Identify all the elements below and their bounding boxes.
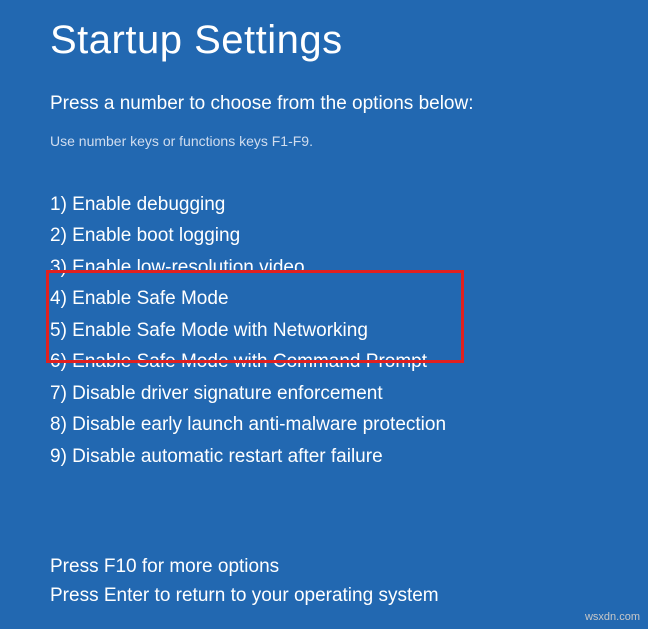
options-list: 1) Enable debugging 2) Enable boot loggi…: [50, 189, 598, 472]
watermark-text: wsxdn.com: [585, 611, 640, 623]
option-7-disable-driver-sig[interactable]: 7) Disable driver signature enforcement: [50, 378, 598, 409]
more-options-hint: Press F10 for more options: [50, 552, 598, 581]
footer-instructions: Press F10 for more options Press Enter t…: [50, 552, 598, 611]
option-8-disable-anti-malware[interactable]: 8) Disable early launch anti-malware pro…: [50, 409, 598, 440]
option-5-safe-mode-networking[interactable]: 5) Enable Safe Mode with Networking: [50, 315, 598, 346]
return-hint: Press Enter to return to your operating …: [50, 581, 598, 610]
instruction-text: Press a number to choose from the option…: [50, 93, 598, 115]
key-hint: Use number keys or functions keys F1-F9.: [50, 133, 598, 149]
option-6-safe-mode-cmd[interactable]: 6) Enable Safe Mode with Command Prompt: [50, 346, 598, 377]
option-3-low-resolution[interactable]: 3) Enable low-resolution video: [50, 252, 598, 283]
page-title: Startup Settings: [50, 18, 598, 63]
option-1-debugging[interactable]: 1) Enable debugging: [50, 189, 598, 220]
option-4-safe-mode[interactable]: 4) Enable Safe Mode: [50, 283, 598, 314]
option-9-disable-auto-restart[interactable]: 9) Disable automatic restart after failu…: [50, 441, 598, 472]
option-2-boot-logging[interactable]: 2) Enable boot logging: [50, 220, 598, 251]
